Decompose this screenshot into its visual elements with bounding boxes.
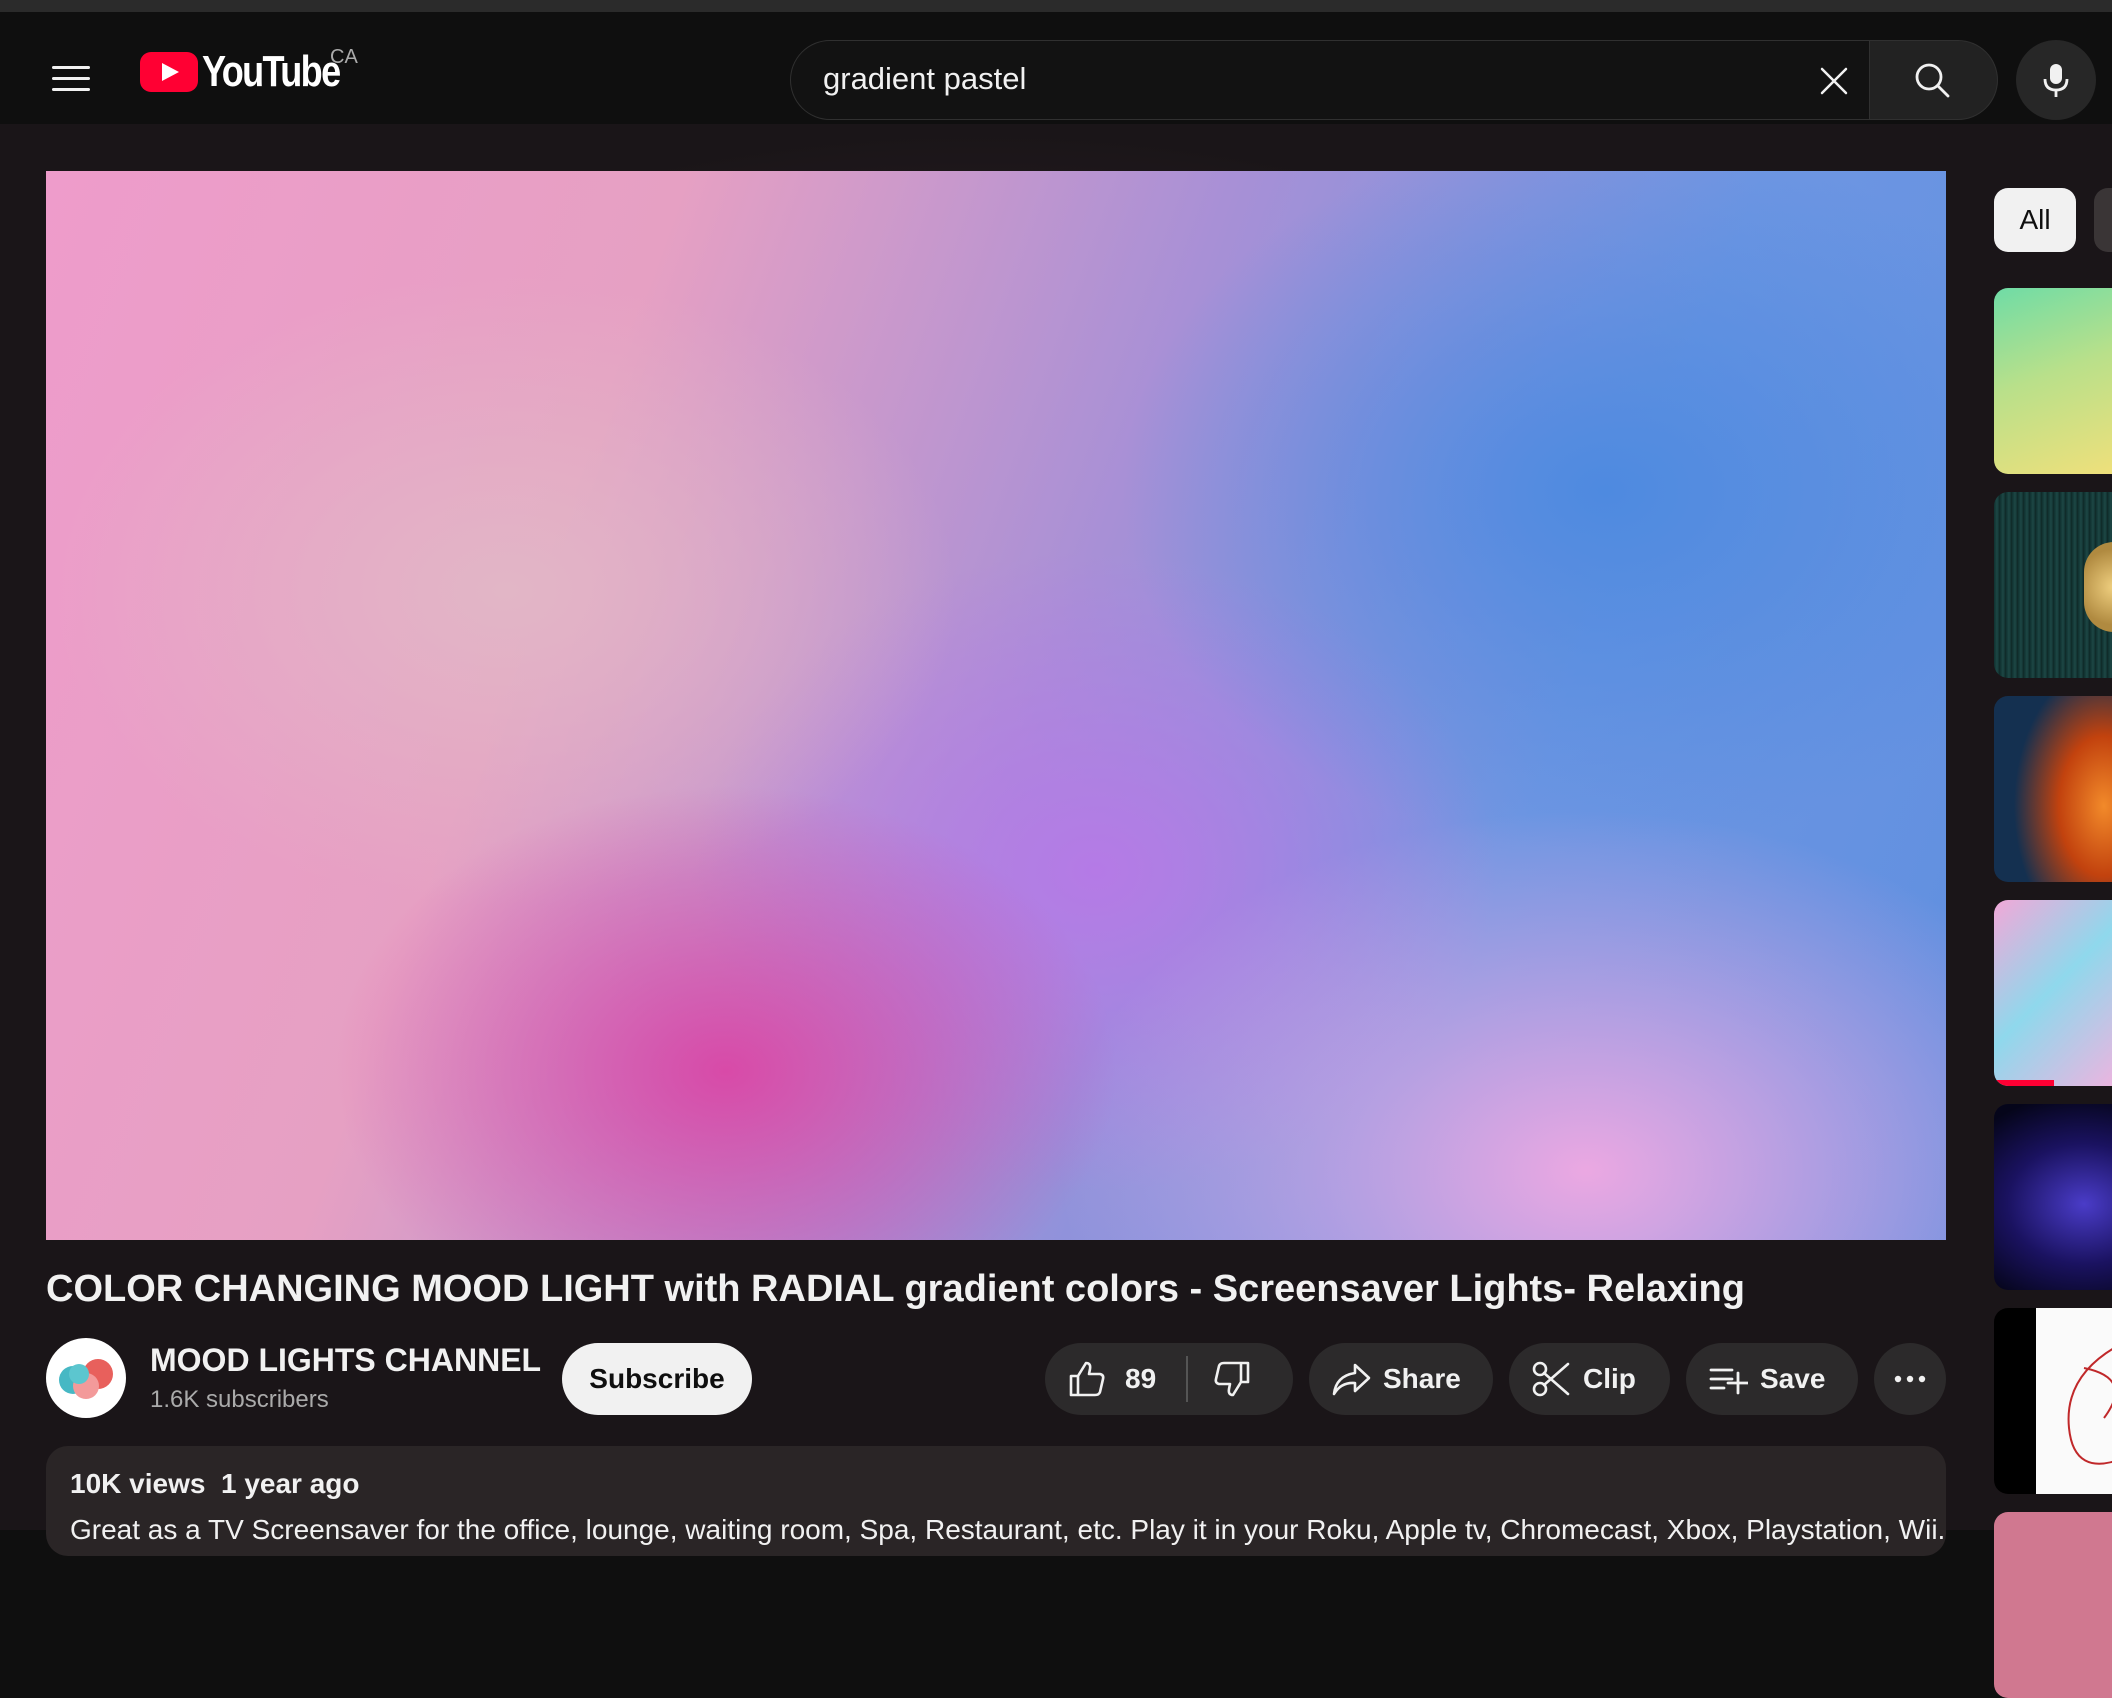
scissors-icon <box>1532 1361 1570 1397</box>
upload-age: 1 year ago <box>220 1468 360 1499</box>
search-query-text[interactable]: gradient pastel <box>823 61 1026 97</box>
like-button[interactable]: 89 <box>1045 1343 1156 1415</box>
related-video-thumbnail[interactable] <box>1994 900 2112 1086</box>
microphone-icon <box>2043 64 2069 97</box>
save-label: Save <box>1760 1363 1826 1394</box>
clip-label: Clip <box>1583 1363 1636 1394</box>
related-video-thumbnail[interactable] <box>1994 696 2112 882</box>
subscribe-button[interactable]: Subscribe <box>562 1343 752 1415</box>
related-video-thumbnail[interactable] <box>1994 492 2112 678</box>
save-button[interactable]: Save <box>1686 1343 1858 1415</box>
video-title: COLOR CHANGING MOOD LIGHT with RADIAL gr… <box>46 1268 1745 1310</box>
description-meta: 10K views 1 year ago <box>70 1468 360 1500</box>
share-button[interactable]: Share <box>1309 1343 1493 1415</box>
voice-search-button[interactable] <box>2016 40 2096 120</box>
thumbnail-text-art <box>2084 542 2112 632</box>
share-icon <box>1332 1363 1371 1396</box>
youtube-play-icon <box>140 52 198 92</box>
thumbnail-scribble <box>2067 1348 2112 1465</box>
video-player[interactable] <box>46 171 1946 1240</box>
thumbs-up-icon <box>1069 1361 1105 1397</box>
dislike-button[interactable] <box>1188 1343 1252 1415</box>
more-actions-button[interactable] <box>1874 1343 1946 1415</box>
related-video-thumbnail[interactable] <box>1994 1308 2112 1494</box>
window-top-strip <box>0 0 2112 12</box>
like-dislike-group: 89 <box>1045 1343 1293 1415</box>
share-label: Share <box>1383 1363 1461 1394</box>
thumbs-down-icon <box>1214 1361 1249 1397</box>
channel-avatar[interactable] <box>46 1338 126 1418</box>
watch-progress-bar <box>1994 1080 2054 1086</box>
view-count: 10K views <box>70 1468 206 1499</box>
channel-logo-icon <box>59 1359 113 1399</box>
playlist-add-icon <box>1709 1368 1748 1395</box>
description-box[interactable]: 10K views 1 year ago Great as a TV Scree… <box>46 1446 1946 1556</box>
menu-icon[interactable] <box>44 52 96 104</box>
related-video-thumbnail[interactable] <box>1994 1512 2112 1698</box>
search-input[interactable]: gradient pastel <box>790 40 1870 120</box>
description-text: Great as a TV Screensaver for the office… <box>70 1514 1946 1545</box>
like-count: 89 <box>1125 1363 1157 1394</box>
channel-name[interactable]: MOOD LIGHTS CHANNEL <box>150 1342 541 1379</box>
country-code: CA <box>330 46 358 68</box>
search-icon <box>1915 63 1950 98</box>
related-video-thumbnail[interactable] <box>1994 288 2112 474</box>
masthead: YouTube CA gradient pastel <box>0 12 2112 124</box>
chip-next[interactable] <box>2094 188 2112 252</box>
related-video-thumbnail[interactable] <box>1994 1104 2112 1290</box>
chip-all[interactable]: All <box>1994 188 2076 252</box>
logo-text: YouTube <box>202 47 341 96</box>
subscriber-count: 1.6K subscribers <box>150 1386 329 1413</box>
more-horizontal-icon <box>1894 1375 1926 1383</box>
clip-button[interactable]: Clip <box>1509 1343 1670 1415</box>
search-button[interactable] <box>1870 40 1998 120</box>
clear-search-icon[interactable] <box>1816 63 1852 99</box>
